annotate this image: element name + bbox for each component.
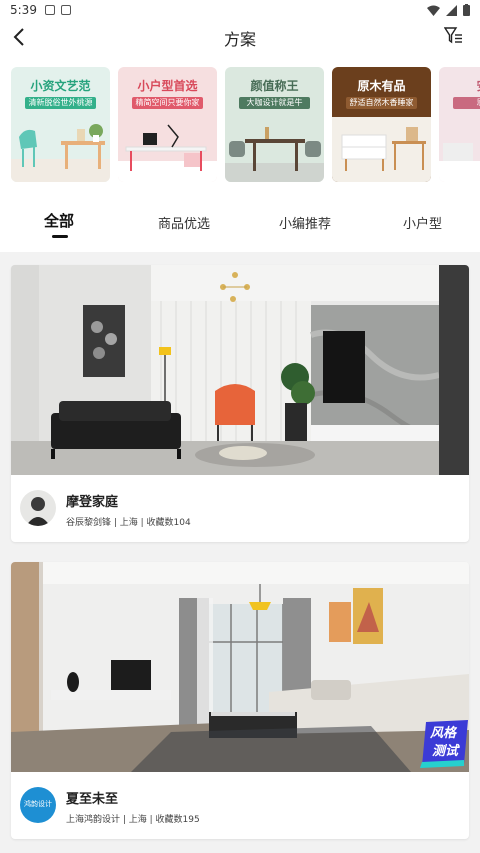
banner-anjing[interactable]: 安静 恩乌者: [439, 67, 480, 182]
card-info: 鸿韵设计 夏至未至 上海鸿韵设计 | 上海 | 收藏数195: [11, 772, 469, 839]
banner-small-apartment[interactable]: 小户型首选 精简空间只要你家: [118, 67, 217, 182]
banner-furniture-illustration: [439, 143, 480, 182]
status-bar: 5:39: [0, 0, 480, 20]
tab-editor-picks[interactable]: 小编推荐: [279, 213, 331, 232]
card-title: 夏至未至: [66, 792, 119, 807]
banner-furniture-illustration: [225, 127, 324, 182]
wifi-icon: [427, 5, 440, 16]
badge-line-2: 测试: [432, 744, 459, 759]
design-card[interactable]: 鸿韵设计 夏至未至 上海鸿韵设计 | 上海 | 收藏数195: [11, 562, 469, 839]
tab-all[interactable]: 全部: [44, 210, 74, 231]
style-test-badge[interactable]: 风格 测试: [418, 718, 472, 768]
filter-icon: [443, 27, 462, 44]
card-meta: 谷辰黎剑锋 | 上海 | 收藏数104: [66, 518, 191, 528]
banner-yuanmu-youpin[interactable]: 原木有品 舒适自然木香睡家: [332, 67, 431, 182]
tab-active-indicator: [52, 235, 68, 238]
app-notification-icon: [60, 5, 71, 15]
signal-icon: [446, 4, 457, 16]
banner-xiaozi-wenyi[interactable]: 小资文艺范 清新脱俗世外桃源: [11, 67, 110, 182]
card-info: 摩登家庭 谷辰黎剑锋 | 上海 | 收藏数104: [11, 475, 469, 542]
living-room-photo: [11, 265, 469, 475]
designer-avatar-image: [20, 490, 56, 526]
filter-button[interactable]: [443, 26, 466, 48]
image-notification-icon: [44, 5, 55, 15]
card-meta: 上海鸿韵设计 | 上海 | 收藏数195: [66, 815, 200, 825]
avatar: [20, 490, 56, 526]
tab-product-picks[interactable]: 商品优选: [158, 213, 210, 232]
category-tabs: 全部 商品优选 小编推荐 小户型: [0, 194, 480, 252]
living-room-photo: [11, 562, 469, 772]
app-header: 方案: [0, 20, 480, 54]
card-photo: [11, 265, 469, 475]
page-title: 方案: [223, 30, 256, 49]
badge-line-1: 风格: [430, 726, 457, 741]
banner-furniture-illustration: [11, 124, 110, 182]
battery-icon: [463, 4, 470, 16]
status-time: 5:39: [10, 3, 37, 17]
banner-furniture-illustration: [118, 124, 217, 182]
design-card[interactable]: 摩登家庭 谷辰黎剑锋 | 上海 | 收藏数104: [11, 265, 469, 542]
designer-logo-text: 鸿韵设计: [24, 800, 52, 808]
banner-yanzhi-chengwang[interactable]: 颜值称王 大咖设计就是牛: [225, 67, 324, 182]
card-photo: [11, 562, 469, 772]
banner-furniture-illustration: [332, 117, 431, 182]
avatar: 鸿韵设计: [20, 787, 56, 823]
tab-small-apartment[interactable]: 小户型: [403, 213, 442, 232]
style-banner-carousel: 小资文艺范 清新脱俗世外桃源 小户型首选 精简空间只要你家 颜值称王 大咖设计就…: [0, 54, 480, 194]
card-title: 摩登家庭: [66, 495, 119, 510]
